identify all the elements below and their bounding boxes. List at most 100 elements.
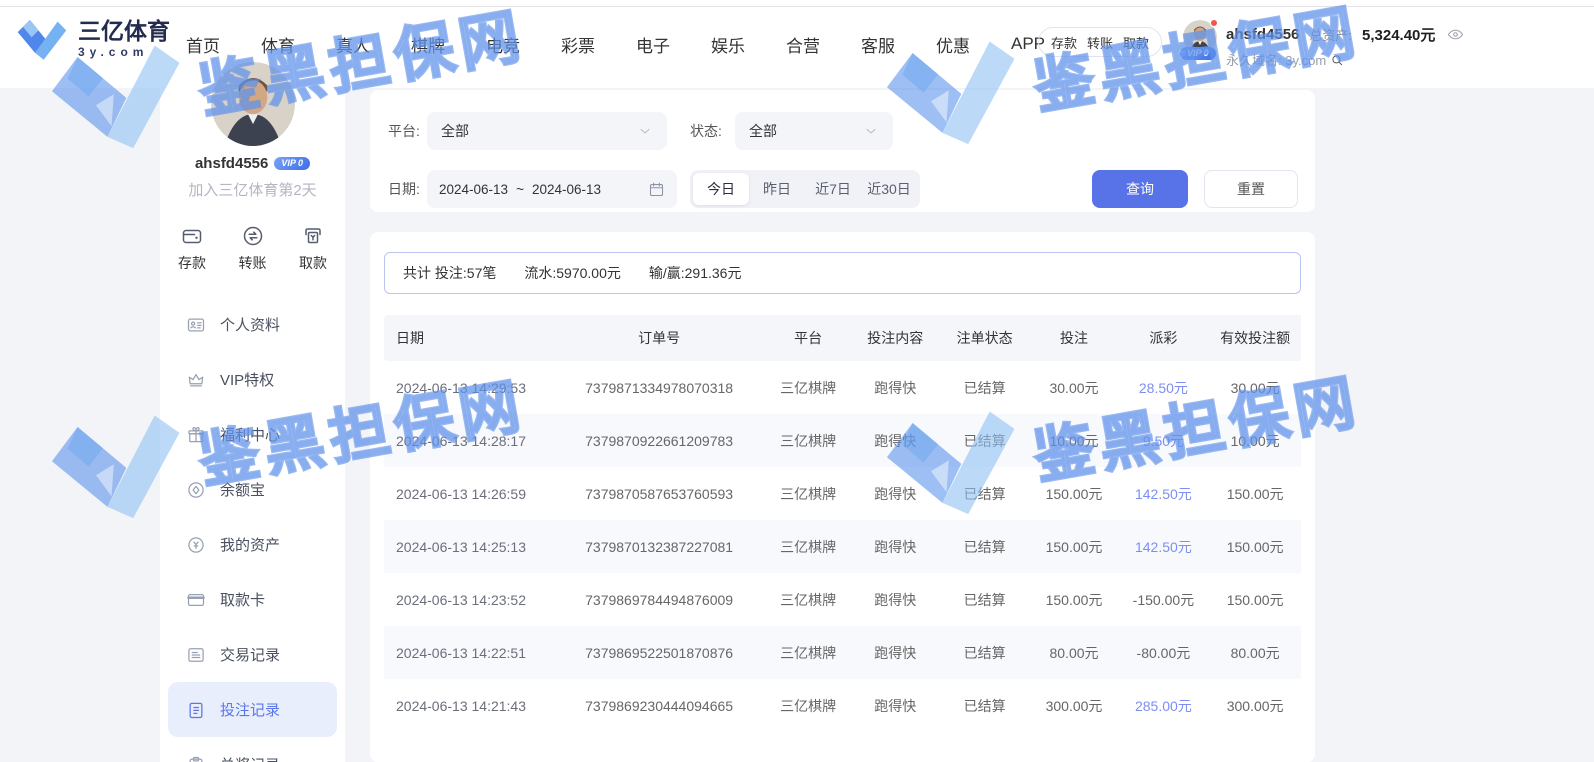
cell-platform: 三亿棋牌 (765, 520, 852, 573)
cell-bet-amount: 150.00元 (1030, 520, 1117, 573)
column-header: 日期 (384, 315, 554, 361)
eye-icon[interactable] (1447, 26, 1464, 43)
status-select-value: 全部 (749, 121, 777, 141)
date-range-button[interactable]: 近7日 (805, 173, 861, 205)
cell-status: 已结算 (939, 573, 1031, 626)
wallet-quick-links: 存款 转账 取款 (1038, 27, 1162, 57)
cell-valid-amount: 150.00元 (1209, 520, 1301, 573)
search-icon[interactable] (1330, 53, 1344, 67)
sidebar-quick-action[interactable]: 转账 (239, 224, 267, 273)
cell-valid-amount: 30.00元 (1209, 361, 1301, 414)
quick-action-label: 存款 (178, 253, 206, 273)
sidebar-menu-item[interactable]: VIP特权 (168, 352, 337, 407)
nav-item[interactable]: 电子 (636, 32, 670, 57)
table-row: 2024-06-13 14:25:13 7379870132387227081 … (384, 520, 1301, 573)
cell-platform: 三亿棋牌 (765, 361, 852, 414)
calendar-icon (648, 181, 665, 198)
cell-date: 2024-06-13 14:25:13 (384, 520, 554, 573)
date-range-button-label: 今日 (707, 179, 735, 199)
nav-item[interactable]: 体育 (261, 32, 295, 57)
cell-valid-amount: 150.00元 (1209, 467, 1301, 520)
sidebar-menu-item[interactable]: 交易记录 (168, 627, 337, 682)
reset-button[interactable]: 重置 (1204, 170, 1298, 208)
sidebar-menu-item[interactable]: 投注记录 (168, 682, 337, 737)
nav-item[interactable]: 首页 (186, 32, 220, 57)
sidebar-menu-icon (186, 315, 206, 335)
sidebar-menu-item[interactable]: 取款卡 (168, 572, 337, 627)
cell-date: 2024-06-13 14:29:53 (384, 361, 554, 414)
sidebar-menu-item[interactable]: 兑奖记录 (168, 737, 337, 762)
sidebar-menu-item[interactable]: 我的资产 (168, 517, 337, 572)
quick-action-icon (180, 224, 204, 248)
summary-item: 共计 投注:57笔 (403, 263, 496, 283)
sidebar-menu-icon (186, 425, 206, 445)
nav-item[interactable]: 棋牌 (411, 32, 445, 57)
bet-records-table: 日期 订单号 平台 投注内容 注单状态 投注 派彩 有效投注额 (384, 315, 1301, 732)
cell-valid-amount: 80.00元 (1209, 626, 1301, 679)
sidebar-quick-action[interactable]: 取款 (299, 224, 327, 273)
sidebar-menu: 个人资料 VIP特权 福利中心 余额宝 (160, 297, 345, 762)
nav-item[interactable]: 真人 (336, 32, 370, 57)
table-header-row: 日期 订单号 平台 投注内容 注单状态 投注 派彩 有效投注额 (384, 315, 1301, 361)
query-button[interactable]: 查询 (1092, 170, 1188, 208)
sidebar-menu-item[interactable]: 个人资料 (168, 297, 337, 352)
date-range-input[interactable]: 2024-06-13 ~ 2024-06-13 (427, 170, 677, 208)
sidebar-menu-icon (186, 590, 206, 610)
date-range-button-label: 近7日 (815, 179, 851, 199)
cell-status: 已结算 (939, 679, 1031, 732)
wallet-quick-link[interactable]: 转账 (1087, 33, 1113, 52)
sidebar-quick-action[interactable]: 存款 (178, 224, 206, 273)
nav-item[interactable]: 优惠 (936, 32, 970, 57)
date-range-button[interactable]: 今日 (693, 173, 749, 205)
cell-date: 2024-06-13 14:28:17 (384, 414, 554, 467)
username[interactable]: ahsfd4556 (1226, 26, 1299, 43)
permanent-domain: 永久域名: 3y.com (1226, 50, 1326, 69)
quick-action-icon (301, 224, 325, 248)
sidebar-menu-icon (186, 755, 206, 762)
date-to: 2024-06-13 (532, 182, 601, 197)
nav-item[interactable]: 电竞 (486, 32, 520, 57)
date-range-button-label: 近30日 (867, 179, 911, 199)
cell-bet-content: 跑得快 (852, 573, 939, 626)
cell-order-number: 7379871334978070318 (554, 361, 765, 414)
wallet-quick-link[interactable]: 存款 (1051, 33, 1077, 52)
cell-payout: 142.50元 (1118, 520, 1210, 573)
nav-item[interactable]: 彩票 (561, 32, 595, 57)
profile-avatar-photo (211, 62, 295, 146)
status-select[interactable]: 全部 (735, 112, 893, 150)
cell-payout: 28.50元 (1118, 361, 1210, 414)
cell-status: 已结算 (939, 467, 1031, 520)
cell-payout: 285.00元 (1118, 679, 1210, 732)
cell-payout: -150.00元 (1118, 573, 1210, 626)
nav-item[interactable]: 合营 (786, 32, 820, 57)
join-days-text: 加入三亿体育第2天 (160, 179, 345, 200)
cell-date: 2024-06-13 14:21:43 (384, 679, 554, 732)
column-header: 有效投注额 (1209, 315, 1301, 361)
sidebar-menu-label: 我的资产 (220, 534, 280, 555)
cell-date: 2024-06-13 14:23:52 (384, 573, 554, 626)
sidebar-menu-icon (186, 370, 206, 390)
table-row: 2024-06-13 14:21:43 7379869230444094665 … (384, 679, 1301, 732)
wallet-quick-link[interactable]: 取款 (1123, 33, 1149, 52)
assets-label: 总资产: (1309, 25, 1352, 44)
cell-bet-amount: 30.00元 (1030, 361, 1117, 414)
platform-select[interactable]: 全部 (427, 112, 667, 150)
cell-order-number: 7379869784494876009 (554, 573, 765, 626)
sidebar-menu-label: 余额宝 (220, 479, 265, 500)
cell-payout: 142.50元 (1118, 467, 1210, 520)
date-range-button[interactable]: 近30日 (861, 173, 917, 205)
sidebar-menu-item[interactable]: 余额宝 (168, 462, 337, 517)
nav-item[interactable]: 娱乐 (711, 32, 745, 57)
profile-avatar[interactable] (211, 62, 295, 146)
date-range-button[interactable]: 昨日 (749, 173, 805, 205)
nav-item[interactable]: 客服 (861, 32, 895, 57)
platform-label: 平台: (388, 112, 420, 150)
brand-name: 三亿体育 (78, 19, 170, 44)
quick-action-label: 取款 (299, 253, 327, 273)
summary-bar: 共计 投注:57笔 流水:5970.00元 输/赢:291.36元 (384, 252, 1301, 294)
cell-payout: -80.00元 (1118, 626, 1210, 679)
brand-logo[interactable]: 三亿体育 3y.com (16, 16, 170, 62)
cell-order-number: 7379870587653760593 (554, 467, 765, 520)
status-label: 状态: (690, 112, 722, 150)
sidebar-menu-item[interactable]: 福利中心 (168, 407, 337, 462)
